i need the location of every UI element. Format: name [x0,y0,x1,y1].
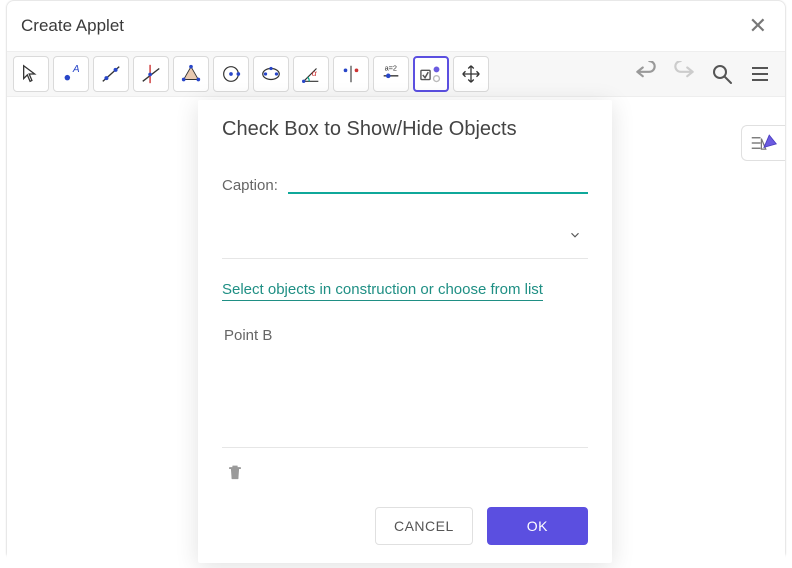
svg-text:A: A [72,64,80,75]
svg-text:α: α [312,69,317,78]
tool-point[interactable]: A [53,56,89,92]
tool-group: A α [13,56,489,92]
tool-move[interactable] [13,56,49,92]
svg-text:a=2: a=2 [385,63,397,72]
tool-ellipse[interactable] [253,56,289,92]
caption-label: Caption: [222,177,278,194]
tool-line[interactable] [93,56,129,92]
tool-checkbox[interactable] [413,56,449,92]
window-title: Create Applet [21,16,124,36]
cancel-button[interactable]: CANCEL [375,507,473,545]
algebra-panel-toggle[interactable] [741,125,785,161]
list-item[interactable]: Point B [224,327,586,344]
toolbar: A α [7,51,785,97]
redo-icon[interactable] [665,55,703,93]
dialog-title: Check Box to Show/Hide Objects [222,118,588,141]
ok-button[interactable]: OK [487,507,588,545]
search-icon[interactable] [703,55,741,93]
divider [222,258,588,259]
tool-slider[interactable]: a=2 [373,56,409,92]
select-objects-link[interactable]: Select objects in construction or choose… [222,281,543,301]
tool-angle[interactable]: α [293,56,329,92]
chevron-down-icon[interactable] [562,222,588,248]
object-dropdown[interactable] [222,222,588,248]
undo-icon[interactable] [627,55,665,93]
checkbox-dialog: Check Box to Show/Hide Objects Caption: … [198,100,612,563]
menu-icon[interactable] [741,55,779,93]
tool-move-view[interactable] [453,56,489,92]
caption-input[interactable] [288,167,588,194]
tool-reflect[interactable] [333,56,369,92]
titlebar: Create Applet ✕ [7,1,785,51]
tool-polygon[interactable] [173,56,209,92]
trash-icon[interactable] [222,458,248,486]
tool-circle[interactable] [213,56,249,92]
caption-row: Caption: [222,167,588,194]
divider [222,447,588,448]
object-list: Point B [222,319,588,439]
dialog-buttons: CANCEL OK [222,507,588,545]
close-icon[interactable]: ✕ [745,11,771,41]
tool-perpendicular[interactable] [133,56,169,92]
